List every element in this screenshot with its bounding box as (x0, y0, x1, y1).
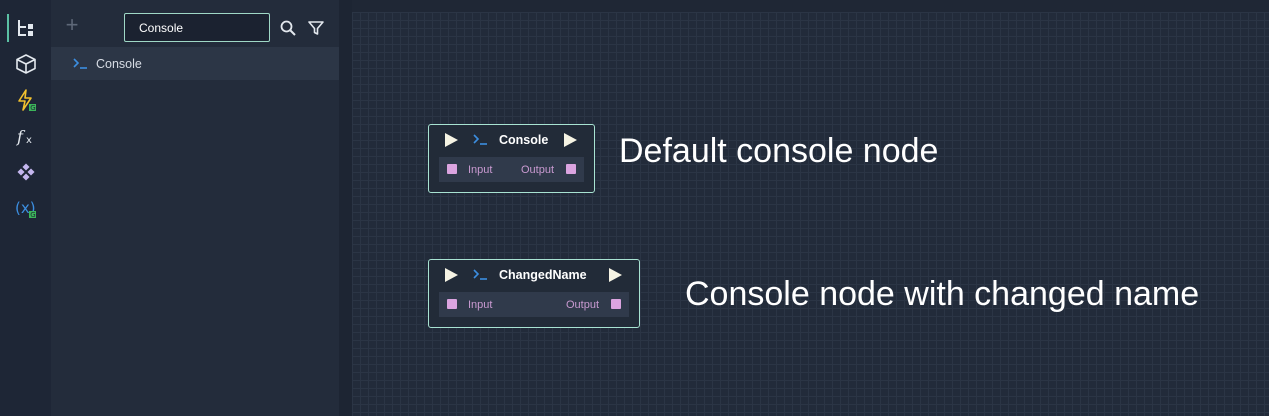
changed-name-node[interactable]: ChangedName Input Output (428, 259, 640, 328)
add-icon[interactable]: + (63, 14, 81, 36)
output-port[interactable] (566, 164, 576, 174)
node-title: Console (499, 133, 549, 147)
search-result-label: Console (96, 57, 142, 71)
console-node[interactable]: Console Input Output (428, 124, 595, 193)
caption-default-node: Default console node (619, 132, 939, 170)
exec-in-icon[interactable] (445, 268, 458, 282)
console-icon (473, 133, 489, 151)
hierarchy-icon[interactable] (7, 14, 45, 42)
node-ports: Input Output (439, 292, 629, 317)
graph-canvas[interactable] (352, 12, 1269, 416)
svg-text:x: x (26, 135, 32, 146)
activity-rail: G fx (x) G (0, 0, 51, 416)
svg-text:G: G (30, 211, 35, 219)
output-port-label: Output (521, 164, 555, 176)
exec-out-icon[interactable] (564, 133, 577, 147)
diamonds-icon[interactable] (7, 158, 45, 186)
variable-g-icon[interactable]: (x) G (7, 194, 45, 222)
output-port-label: Output (566, 299, 600, 311)
filter-icon[interactable] (307, 19, 325, 37)
svg-text:G: G (30, 104, 35, 111)
splitter[interactable] (339, 0, 352, 416)
node-header: Console (429, 125, 594, 157)
output-port[interactable] (611, 299, 621, 309)
exec-in-icon[interactable] (445, 133, 458, 147)
node-header: ChangedName (429, 260, 639, 292)
console-icon (73, 57, 89, 75)
exec-out-icon[interactable] (609, 268, 622, 282)
input-port-label: Input (468, 164, 493, 176)
node-title: ChangedName (499, 268, 587, 282)
input-port[interactable] (447, 164, 457, 174)
node-ports: Input Output (439, 157, 584, 182)
search-icon[interactable] (279, 19, 297, 37)
input-port-label: Input (468, 299, 493, 311)
search-result-item[interactable]: Console (51, 47, 339, 80)
search-input[interactable] (124, 13, 270, 42)
node-library-panel: + Console (51, 0, 339, 416)
caption-changed-name: Console node with changed name (685, 275, 1200, 313)
canvas-topbar (352, 0, 1269, 12)
panel-toolbar: + (51, 0, 339, 46)
console-icon (473, 268, 489, 286)
cube-icon[interactable] (7, 50, 45, 78)
input-port[interactable] (447, 299, 457, 309)
svg-text:f: f (16, 127, 26, 146)
function-icon[interactable]: fx (7, 123, 45, 151)
lightning-g-icon[interactable]: G (7, 86, 45, 114)
